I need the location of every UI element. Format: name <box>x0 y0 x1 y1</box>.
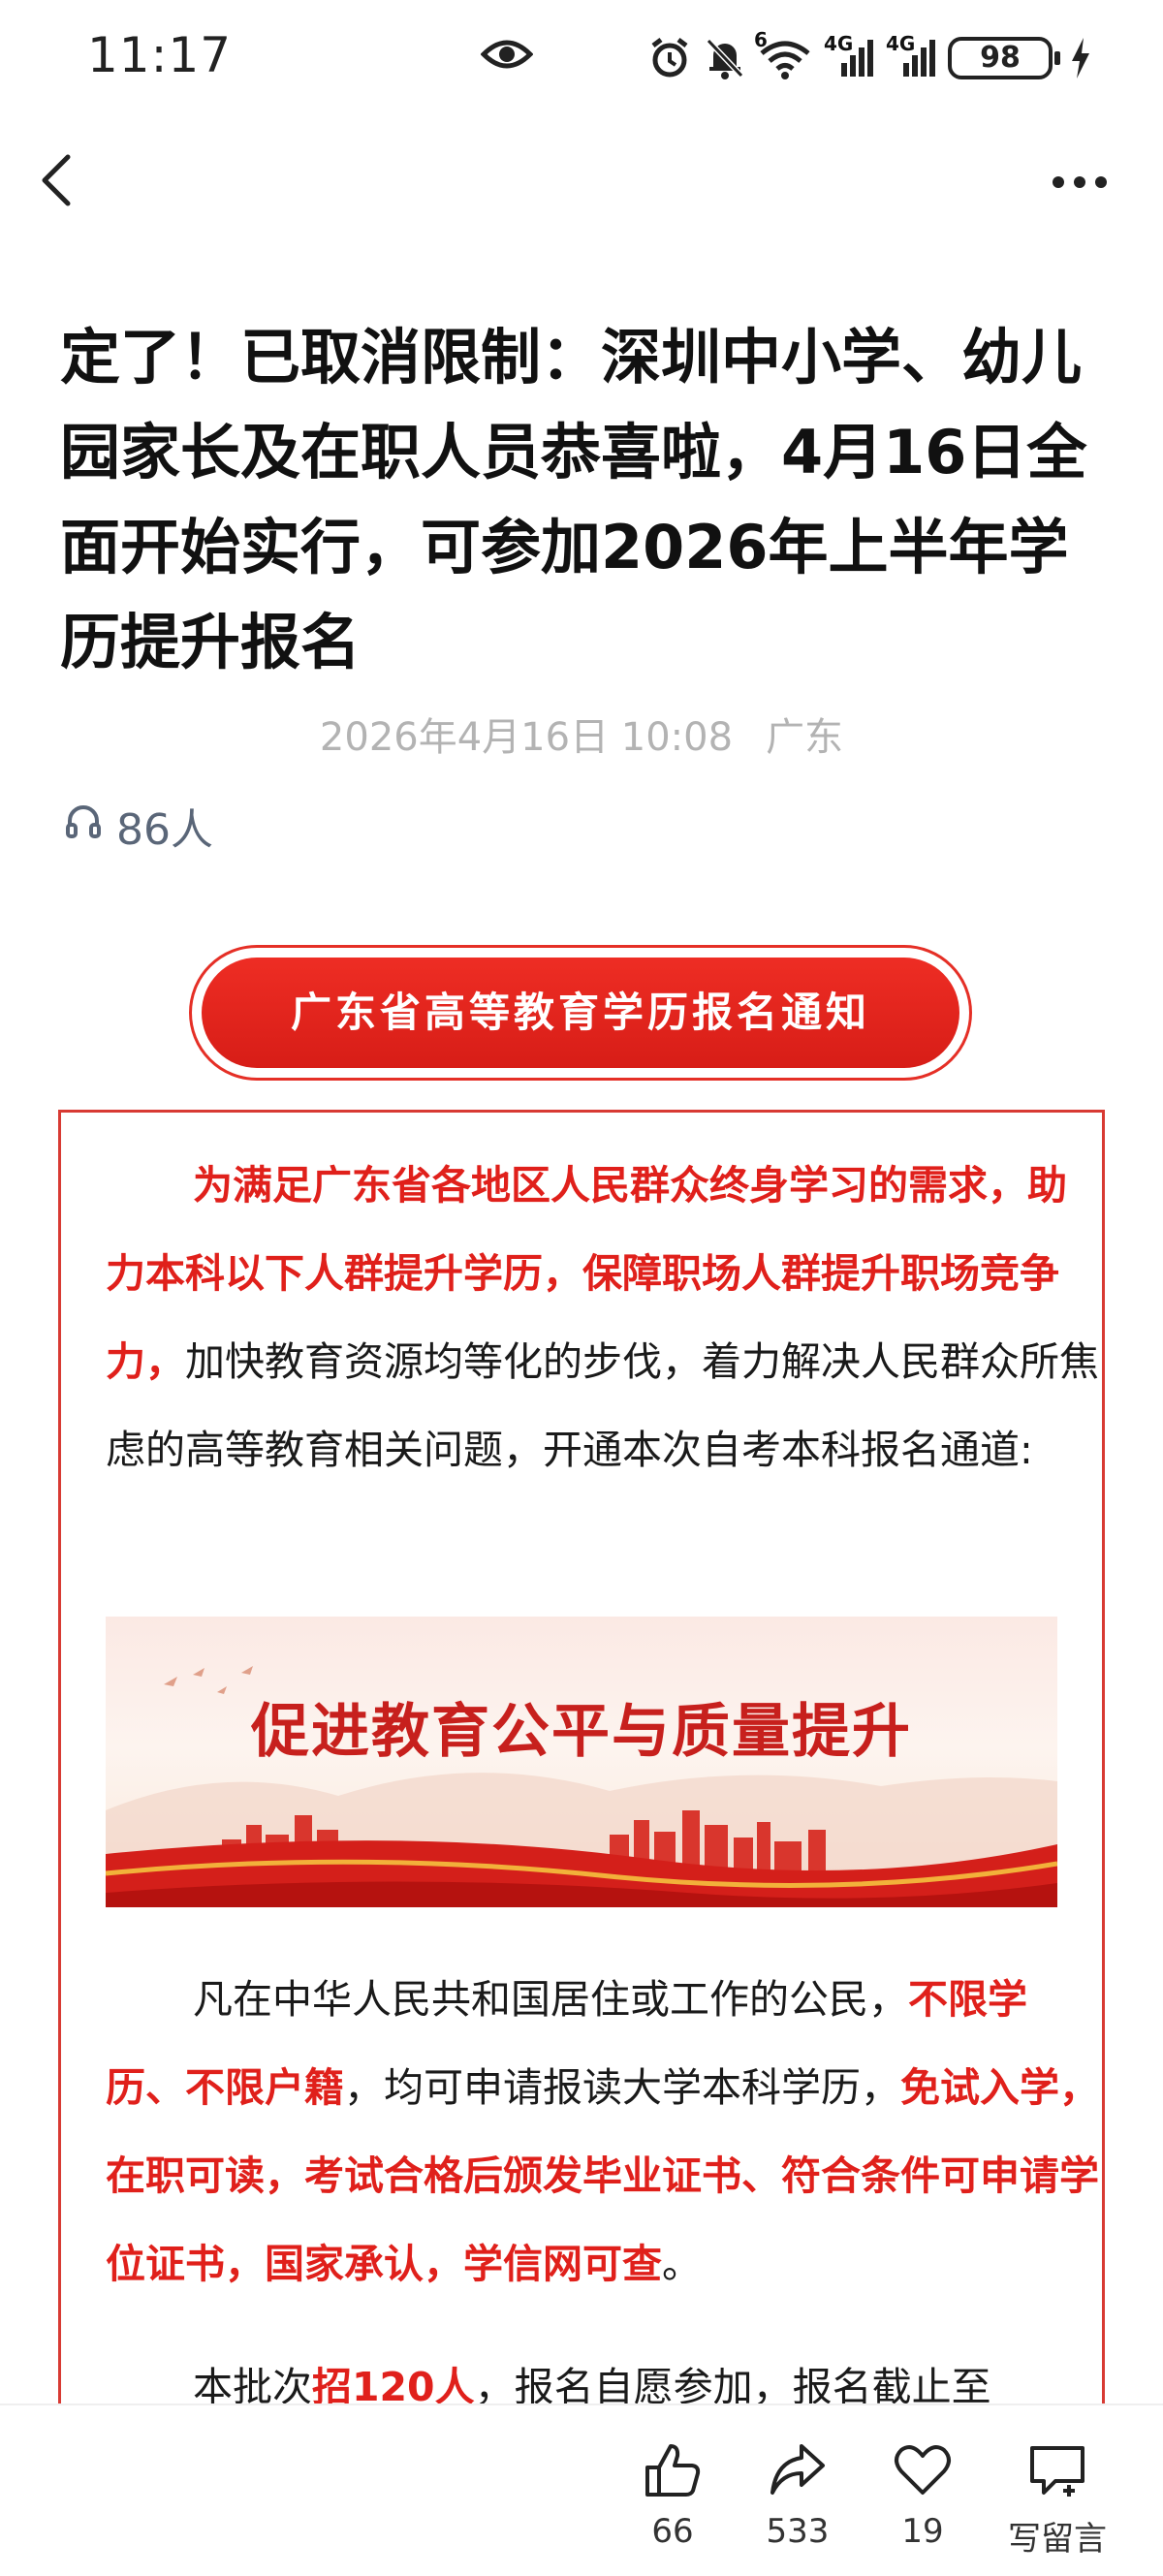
nav-bar <box>0 116 1163 242</box>
paragraph-eligibility: 凡在中华人民共和国居住或工作的公民，不限学历、不限户籍，均可申请报读大学本科学历… <box>106 1956 1102 2309</box>
like-button[interactable]: 66 <box>614 2442 731 2551</box>
signal-icon: 4G <box>824 32 874 80</box>
signal-label: 4G <box>824 32 854 55</box>
share-button[interactable]: 533 <box>739 2442 856 2551</box>
thumbs-up-icon <box>645 2444 701 2497</box>
paragraph-intro: 为满足广东省各地区人民群众终身学习的需求，助力本科以下人群提升学历，保障职场人群… <box>106 1142 1102 1494</box>
comment-button[interactable]: 写留言 <box>990 2442 1125 2560</box>
signal-icon: 4G <box>886 32 936 80</box>
comment-label: 写留言 <box>1008 2520 1107 2559</box>
eligibility-text-1: 凡在中华人民共和国居住或工作的公民， <box>193 1976 908 2023</box>
battery-level: 98 <box>980 41 1021 75</box>
more-icon[interactable] <box>1053 176 1107 188</box>
back-arrow-icon[interactable] <box>37 153 76 211</box>
publish-location: 广东 <box>766 715 844 760</box>
favorite-button[interactable]: 19 <box>864 2442 981 2551</box>
heart-icon <box>895 2445 951 2495</box>
share-icon <box>770 2444 825 2495</box>
wifi-icon: 6 <box>754 28 812 80</box>
status-bar: 11:17 6 4G 4G 98 <box>0 0 1163 116</box>
bottom-action-bar: 66 533 19 写留言 <box>0 2403 1163 2576</box>
eligibility-text-2: ，均可申请报读大学本科学历， <box>344 2064 900 2111</box>
signal-label: 4G <box>886 32 916 55</box>
article-content: 为满足广东省各地区人民群众终身学习的需求，助力本科以下人群提升学历，保障职场人群… <box>58 1110 1105 2486</box>
comment-icon <box>1030 2446 1084 2497</box>
status-icons: 6 4G 4G 98 <box>647 28 1091 87</box>
notice-banner-label: 广东省高等教育学历报名通知 <box>202 958 959 1068</box>
eye-icon <box>480 35 534 78</box>
publish-date: 2026年4月16日 10:08 <box>319 715 734 760</box>
promo-image-text: 促进教育公平与质量提升 <box>251 1698 912 1766</box>
eligibility-text-3: 。 <box>662 2241 702 2287</box>
alarm-icon <box>647 36 692 80</box>
share-count: 533 <box>766 2512 830 2551</box>
headphones-icon <box>64 801 116 851</box>
intro-text: 加快教育资源均等化的步伐，着力解决人民群众所焦虑的高等教育相关问题，开通本次自考… <box>106 1338 1099 1473</box>
article-title: 定了！已取消限制：深圳中小学、幼儿园家长及在职人员恭喜啦，4月16日全面开始实行… <box>60 322 1087 677</box>
status-time: 11:17 <box>87 27 233 83</box>
listen-count: 86人 <box>116 805 213 855</box>
mute-bell-icon <box>704 36 746 80</box>
listen-button[interactable]: 86人 <box>64 795 213 857</box>
article-meta: 2026年4月16日 10:08 广东 <box>0 706 1163 762</box>
promo-image: 促进教育公平与质量提升 <box>106 1617 1057 1907</box>
notice-banner: 广东省高等教育学历报名通知 <box>189 945 972 1081</box>
battery-icon: 98 <box>948 37 1060 79</box>
charging-icon <box>1070 38 1091 79</box>
wifi-badge: 6 <box>754 28 768 51</box>
like-count: 66 <box>651 2512 694 2551</box>
favorite-count: 19 <box>901 2512 944 2551</box>
